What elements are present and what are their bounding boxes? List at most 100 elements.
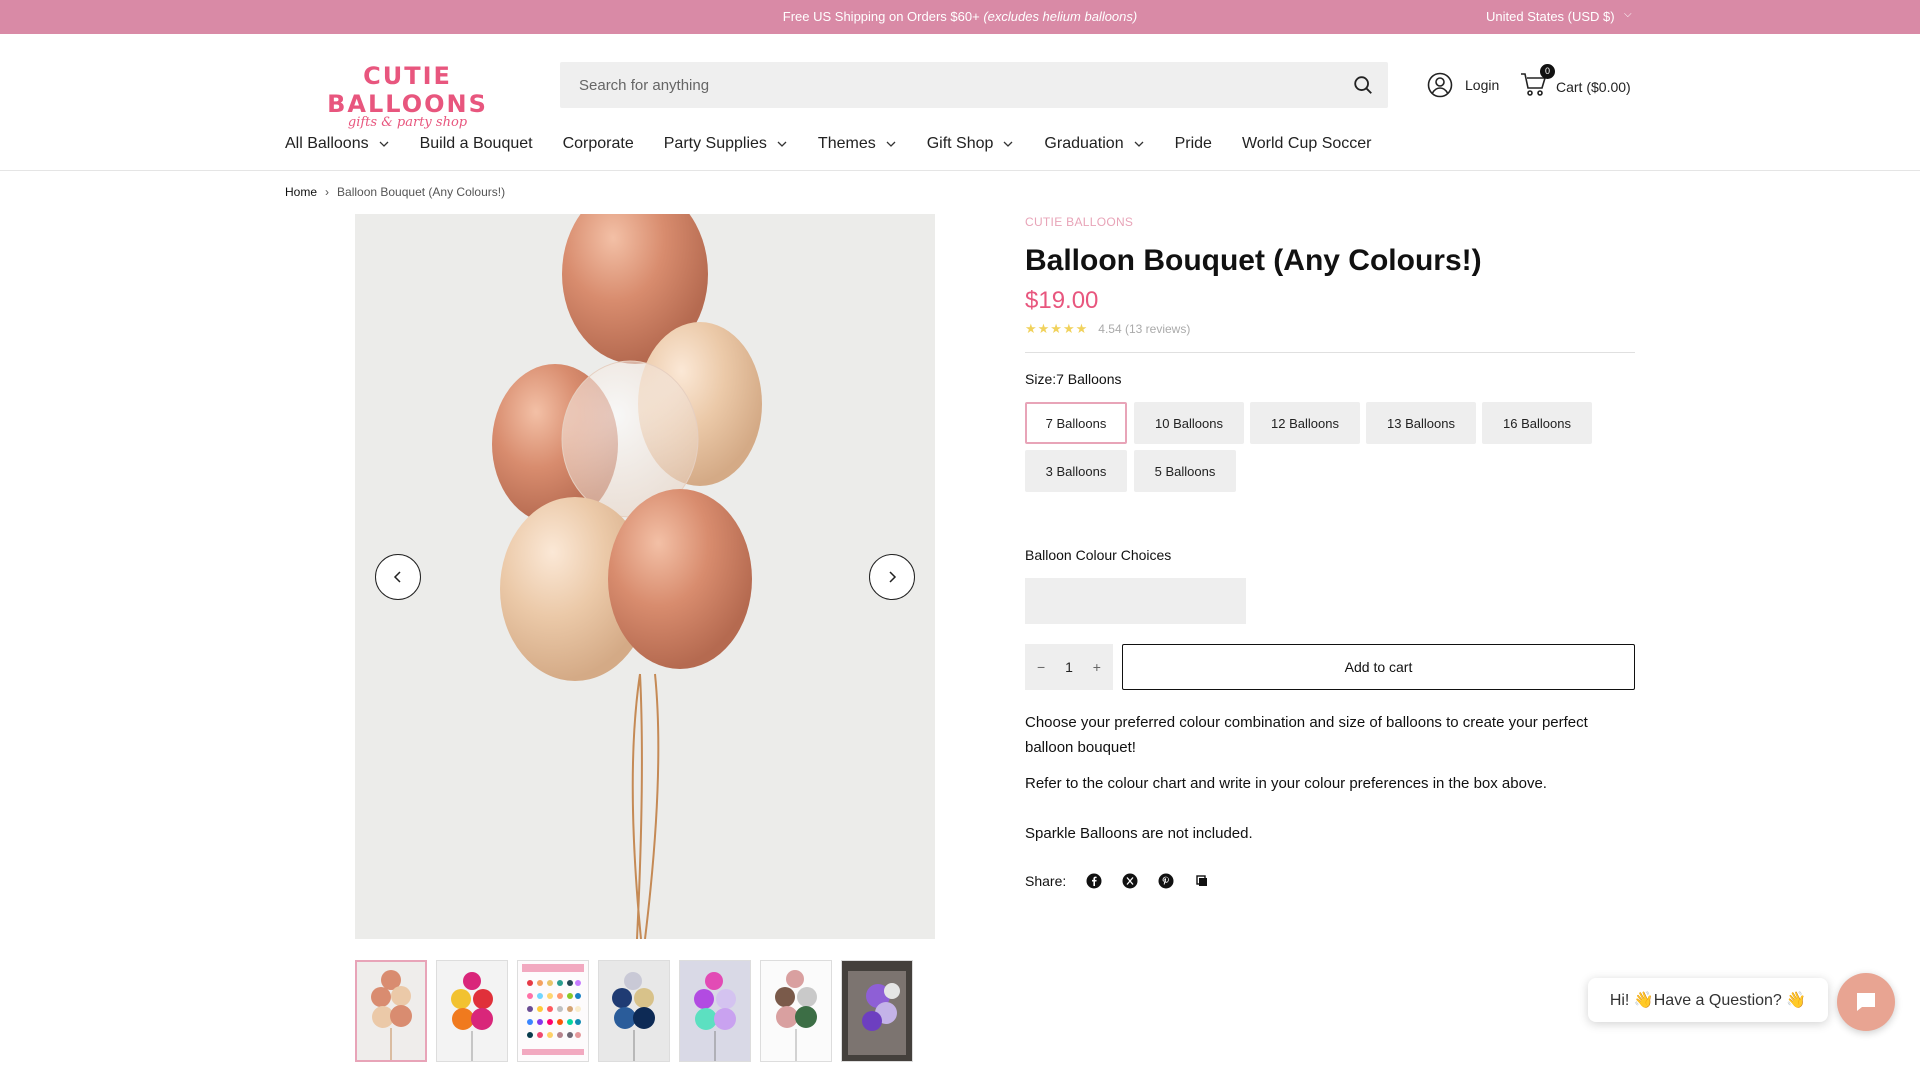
chevron-down-icon — [1134, 141, 1144, 147]
chevron-right-icon — [889, 571, 897, 583]
size-option-3[interactable]: 3 Balloons — [1025, 450, 1127, 492]
nav-pride[interactable]: Pride — [1175, 135, 1212, 153]
nav-themes[interactable]: Themes — [818, 135, 897, 153]
balloon-bouquet-image — [492, 214, 762, 939]
chevron-down-icon[interactable]: ⌵ — [1624, 9, 1632, 20]
breadcrumb-current: Balloon Bouquet (Any Colours!) — [337, 185, 506, 199]
size-option-7[interactable]: 7 Balloons — [1025, 402, 1127, 444]
nav-all-balloons[interactable]: All Balloons — [285, 135, 390, 153]
product-description: Choose your preferred colour combination… — [1025, 714, 1588, 756]
announcement-bar: Free US Shipping on Orders $60+ (exclude… — [0, 0, 1920, 34]
chevron-left-icon — [393, 571, 401, 583]
nav-corporate[interactable]: Corporate — [563, 135, 634, 153]
product-image[interactable] — [355, 214, 935, 939]
x-twitter-icon[interactable] — [1122, 873, 1138, 889]
quantity-stepper: − 1 + — [1025, 644, 1113, 690]
facebook-icon[interactable] — [1086, 873, 1102, 889]
share-label: Share: — [1025, 873, 1067, 889]
decrease-quantity-button[interactable]: − — [1037, 659, 1045, 675]
thumbnail[interactable] — [841, 960, 913, 1062]
cart-icon-wrap: 0 — [1520, 64, 1555, 101]
nav-label: Graduation — [1044, 135, 1124, 152]
product-description-note: Sparkle Balloons are not included. — [1025, 825, 1253, 842]
size-selected-value: 7 Balloons — [1056, 371, 1122, 387]
chevron-down-icon — [379, 141, 389, 147]
divider — [1025, 352, 1635, 353]
login-label: Login — [1465, 77, 1500, 93]
nav-gift-shop[interactable]: Gift Shop — [927, 135, 1015, 153]
thumbnail-image — [680, 961, 750, 1061]
previous-image-button[interactable] — [375, 554, 421, 600]
shipping-text: Free US Shipping on Orders $60+ — [782, 9, 980, 24]
thumbnail[interactable] — [355, 960, 427, 1062]
shipping-note: (excludes helium balloons) — [983, 9, 1138, 24]
colour-choices-input[interactable] — [1025, 578, 1246, 624]
size-option-10[interactable]: 10 Balloons — [1134, 402, 1244, 444]
cart-count-badge: 0 — [1540, 64, 1555, 79]
nav-graduation[interactable]: Graduation — [1044, 135, 1144, 153]
size-option-12[interactable]: 12 Balloons — [1250, 402, 1360, 444]
copy-link-icon[interactable] — [1194, 873, 1210, 889]
thumbnail-image — [357, 962, 425, 1060]
thumbnail[interactable] — [517, 960, 589, 1062]
nav-party-supplies[interactable]: Party Supplies — [664, 135, 788, 153]
chevron-down-icon — [1003, 141, 1013, 147]
site-header: CUTIE BALLOONS gifts & party shop Login … — [0, 34, 1920, 171]
nav-label: All Balloons — [285, 135, 369, 152]
add-to-cart-button[interactable]: Add to cart — [1122, 644, 1635, 690]
size-option-16[interactable]: 16 Balloons — [1482, 402, 1592, 444]
chat-launcher-button[interactable] — [1837, 973, 1895, 1031]
nav-label: World Cup Soccer — [1241, 135, 1372, 152]
star-rating-icon: ★★★★★ — [1025, 321, 1089, 336]
chevron-down-icon — [886, 141, 896, 147]
nav-build-a-bouquet[interactable]: Build a Bouquet — [420, 135, 533, 153]
cart-link[interactable]: 0 Cart ($0.00) — [1520, 64, 1631, 101]
pinterest-icon[interactable] — [1158, 873, 1174, 889]
thumbnail[interactable] — [760, 960, 832, 1062]
search-input[interactable] — [560, 62, 1340, 108]
login-link[interactable]: Login — [1427, 72, 1499, 98]
nav-label: Corporate — [562, 135, 634, 152]
thumbnail-image — [437, 961, 507, 1061]
chevron-down-icon — [777, 141, 787, 147]
thumbnail[interactable] — [436, 960, 508, 1062]
search-icon[interactable] — [1352, 74, 1374, 96]
colour-choices-label: Balloon Colour Choices — [1025, 547, 1172, 563]
product-vendor[interactable]: CUTIE BALLOONS — [1025, 215, 1133, 229]
nav-label: Themes — [817, 135, 876, 152]
product-price: $19.00 — [1025, 287, 1099, 314]
product-rating[interactable]: ★★★★★ 4.54 (13 reviews) — [1025, 321, 1190, 337]
logo-text: CUTIE BALLOONS — [327, 62, 488, 118]
nav-label: Pride — [1174, 135, 1212, 152]
cart-label: Cart ($0.00) — [1556, 78, 1631, 95]
nav-label: Build a Bouquet — [419, 135, 533, 152]
nav-world-cup-soccer[interactable]: World Cup Soccer — [1242, 135, 1372, 153]
share-row: Share: — [1025, 873, 1210, 889]
product-title: Balloon Bouquet (Any Colours!) — [1025, 244, 1482, 277]
main-nav: All Balloons Build a Bouquet Corporate P… — [285, 135, 1401, 153]
thumbnail-image — [761, 961, 831, 1061]
thumbnail-image — [599, 961, 669, 1061]
increase-quantity-button[interactable]: + — [1093, 659, 1101, 675]
shipping-notice: Free US Shipping on Orders $60+ (exclude… — [0, 9, 1920, 24]
breadcrumb-home[interactable]: Home — [285, 185, 317, 199]
size-option-13[interactable]: 13 Balloons — [1366, 402, 1476, 444]
search-bar — [560, 62, 1388, 108]
size-label-text: Size: — [1025, 371, 1057, 387]
thumbnail[interactable] — [679, 960, 751, 1062]
thumbnail[interactable] — [598, 960, 670, 1062]
size-label: Size:7 Balloons — [1025, 371, 1122, 387]
product-description-note: Refer to the colour chart and write in y… — [1025, 775, 1547, 792]
user-icon — [1427, 72, 1453, 98]
chat-icon — [1857, 993, 1875, 1011]
breadcrumb: Home › Balloon Bouquet (Any Colours!) — [285, 185, 505, 199]
thumbnail-image — [842, 961, 912, 1061]
logo[interactable]: CUTIE BALLOONS gifts & party shop — [295, 62, 520, 130]
size-option-5[interactable]: 5 Balloons — [1134, 450, 1236, 492]
region-selector[interactable]: United States (USD $) — [1486, 9, 1615, 24]
chat-greeting-bubble[interactable]: Hi! 👋Have a Question? 👋 — [1588, 978, 1828, 1022]
next-image-button[interactable] — [869, 554, 915, 600]
quantity-value[interactable]: 1 — [1065, 659, 1073, 675]
thumbnail-strip — [355, 960, 913, 1062]
nav-label: Gift Shop — [926, 135, 994, 152]
